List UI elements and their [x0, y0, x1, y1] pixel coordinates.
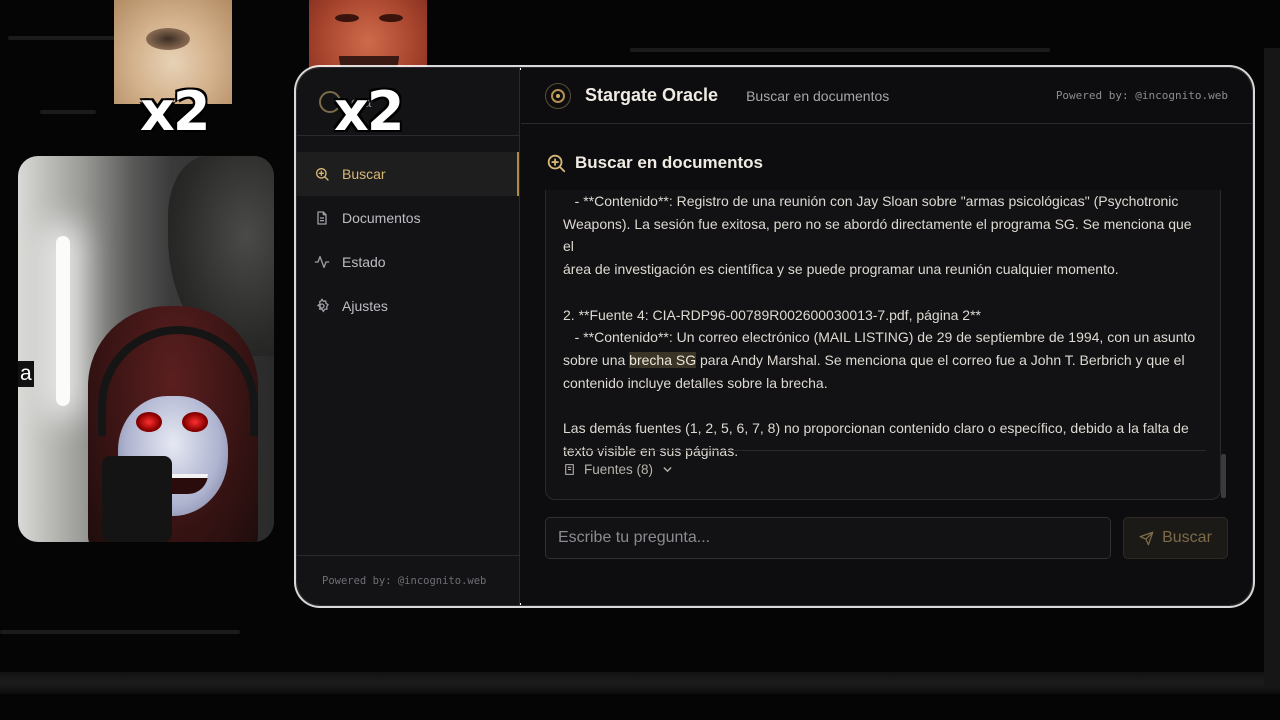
answer-line: Weapons). La sesión fue exitosa, pero no… — [563, 215, 1192, 255]
answer-line: sobre una brecha SG para Andy Marshal. S… — [563, 349, 1203, 372]
section-header: Buscar en documentos — [545, 152, 763, 174]
answer-line: Las demás fuentes (1, 2, 5, 6, 7, 8) no … — [563, 420, 1189, 436]
answer-line: contenido incluye detalles sobre la brec… — [563, 374, 828, 391]
search-button-label: Buscar — [1162, 529, 1212, 546]
sidebar-item-label: Buscar — [342, 166, 386, 182]
sidebar-footer: Powered by: @incognito.web — [297, 555, 519, 605]
sidebar-item-label: Documentos — [342, 210, 421, 226]
sidebar-item-label: Ajustes — [342, 298, 388, 314]
gear-icon — [316, 298, 329, 313]
background-strip — [0, 672, 1280, 694]
query-bar: Buscar — [545, 517, 1228, 559]
answer-text: - **Contenido**: Registro de una reunión… — [563, 190, 1203, 462]
powered-by: Powered by: @incognito.web — [1055, 89, 1228, 102]
background-line — [40, 110, 96, 114]
background-edge — [1264, 48, 1280, 688]
answer-line: área de investigación es científica y se… — [563, 261, 1119, 278]
send-icon — [1139, 531, 1154, 545]
app-title: Stargate Oracle — [585, 85, 719, 105]
answer-line: texto visible en sus páginas. — [563, 442, 739, 459]
emote-multiplier: x2 — [140, 80, 210, 143]
question-input[interactable] — [545, 517, 1111, 559]
activity-icon — [314, 256, 330, 268]
answer-line: 2. **Fuente 4: CIA-RDP96-00789R002600030… — [563, 306, 981, 323]
answer-line: - **Contenido**: Un correo electrónico (… — [563, 329, 1196, 346]
chevron-down-icon — [663, 467, 672, 473]
webcam-tag: a — [18, 361, 34, 387]
background-line — [0, 630, 240, 634]
main-panel: Stargate Oracle Buscar en documentos Pow… — [521, 68, 1252, 605]
answer-card[interactable]: - **Contenido**: Registro de una reunión… — [545, 190, 1221, 500]
sidebar-header: ora — [297, 68, 519, 136]
sidebar-item-ajustes[interactable]: Ajustes — [297, 284, 519, 328]
sidebar-item-label: Estado — [342, 254, 386, 270]
book-icon — [565, 464, 574, 475]
sidebar: ora Buscar Documentos Estado Ajustes Pow… — [297, 68, 520, 605]
sidebar-item-buscar[interactable]: Buscar — [297, 152, 519, 196]
sidebar-item-documentos[interactable]: Documentos — [297, 196, 519, 240]
page-subtitle: Buscar en documentos — [746, 87, 890, 104]
app-window: ora Buscar Documentos Estado Ajustes Pow… — [296, 67, 1253, 606]
document-icon — [317, 211, 327, 225]
divider — [563, 450, 1206, 451]
answer-text-fragment: sobre una — [563, 351, 630, 368]
webcam-feed: a — [18, 156, 274, 542]
scrollbar[interactable] — [1221, 454, 1226, 498]
search-button[interactable]: Buscar — [1123, 517, 1228, 559]
sources-toggle[interactable]: Fuentes (8) — [563, 462, 674, 477]
topbar: Stargate Oracle Buscar en documentos Pow… — [521, 68, 1252, 124]
sidebar-nav: Buscar Documentos Estado Ajustes — [297, 136, 519, 328]
sources-label: Fuentes (8) — [584, 462, 654, 477]
search-plus-icon — [547, 154, 566, 173]
stargate-logo-icon — [545, 82, 571, 109]
section-title: Buscar en documentos — [575, 153, 763, 172]
search-plus-icon — [316, 168, 329, 181]
sidebar-item-estado[interactable]: Estado — [297, 240, 519, 284]
background-line — [630, 48, 1050, 52]
search-highlight: brecha SG — [629, 351, 697, 368]
emote-multiplier: x2 — [334, 80, 404, 143]
background-line — [8, 36, 128, 40]
answer-line: - **Contenido**: Registro de una reunión… — [563, 193, 1179, 209]
answer-text-fragment: para Andy Marshal. Se menciona que el co… — [696, 351, 1185, 368]
